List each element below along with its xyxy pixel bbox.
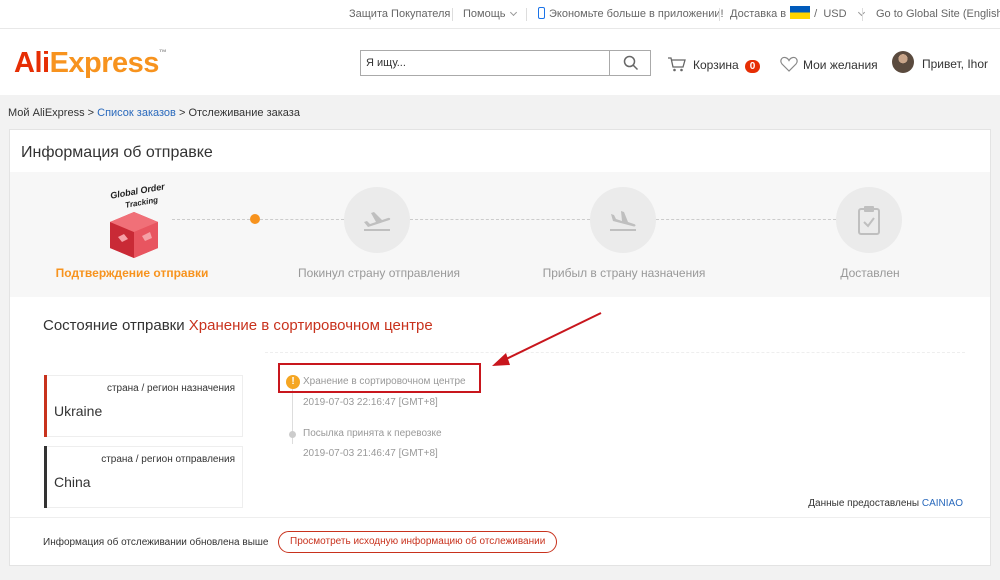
step-label-arrived: Прибыл в страну назначения — [542, 266, 706, 280]
search-button[interactable] — [611, 51, 651, 75]
origin-country-card: страна / регион отправления China — [44, 446, 243, 508]
timeline-event-time: 2019-07-03 21:46:47 [GMT+8] — [303, 448, 438, 459]
tracking-footer: Информация об отслеживании обновлена выш… — [10, 517, 990, 565]
breadcrumb-separator: > — [87, 107, 95, 119]
data-provider: Данные предоставлены CAINIAO — [808, 498, 963, 509]
search-input[interactable] — [361, 51, 610, 75]
divider — [862, 8, 863, 21]
status-label: Состояние отправки — [43, 317, 185, 334]
search-box — [360, 50, 651, 76]
ukraine-flag-icon — [790, 6, 811, 19]
annotation-highlight-box — [278, 363, 481, 393]
destination-country-card: страна / регион назначения Ukraine — [44, 375, 243, 437]
step-label-delivered: Доставлен — [840, 266, 900, 280]
app-promo-link[interactable]: Экономьте больше в приложении! — [538, 0, 724, 29]
ship-to-currency-menu[interactable]: Доставка в / USD — [730, 0, 865, 29]
logo-trademark: ™ — [158, 48, 167, 57]
currency-separator: / — [814, 8, 818, 20]
tracking-progress: Global Order Tracking Подтверждение отпр… — [10, 172, 990, 297]
shipment-status: Состояние отправки Хранение в сортировоч… — [43, 317, 433, 334]
cart-label: Корзина — [693, 58, 739, 72]
currency-label: USD — [823, 8, 847, 20]
breadcrumb: Мой AliExpress > Список заказов > Отслеж… — [8, 107, 300, 119]
progress-connector — [410, 219, 590, 220]
provider-link[interactable]: CAINIAO — [922, 498, 963, 509]
avatar[interactable] — [892, 51, 914, 73]
divider — [452, 8, 453, 21]
shipping-info-panel: Информация об отправке Global Order Trac… — [9, 129, 991, 566]
help-menu[interactable]: Помощь — [463, 0, 517, 29]
cart-icon — [668, 57, 686, 72]
logo-text-ali: Ali — [14, 47, 50, 79]
origin-country: China — [54, 474, 91, 490]
phone-icon — [538, 7, 545, 19]
progress-connector — [656, 219, 836, 220]
timeline-event-time: 2019-07-03 22:16:47 [GMT+8] — [303, 397, 438, 408]
provider-label: Данные предоставлены — [808, 498, 920, 509]
plane-departure-icon — [364, 212, 391, 231]
breadcrumb-orders-link[interactable]: Список заказов — [97, 107, 176, 119]
breadcrumb-root[interactable]: Мой AliExpress — [8, 107, 85, 119]
timeline-dot — [289, 431, 296, 438]
step-delivered — [836, 187, 902, 253]
aliexpress-logo[interactable]: AliExpress™ — [14, 47, 167, 79]
chevron-down-icon — [509, 8, 517, 17]
top-bar: Защита Покупателя Помощь Экономьте больш… — [0, 0, 1000, 29]
annotation-arrow-icon — [492, 312, 602, 366]
global-site-link[interactable]: Go to Global Site (English) — [876, 0, 1000, 29]
step-label-departed: Покинул страну отправления — [297, 266, 461, 280]
app-promo-label: Экономьте больше в приложении! — [549, 8, 724, 20]
destination-country: Ukraine — [54, 403, 103, 419]
timeline-event-text: Посылка принята к перевозке — [303, 428, 442, 439]
header: AliExpress™ Корзина 0 Мои желания Привет,… — [0, 29, 1000, 95]
search-icon — [623, 55, 639, 71]
view-original-tracking-button[interactable]: Просмотреть исходную информацию об отсле… — [278, 531, 558, 553]
status-value: Хранение в сортировочном центре — [188, 317, 433, 334]
logo-text-express: Express — [49, 47, 160, 79]
step-departed — [344, 187, 410, 253]
step-arrived — [590, 187, 656, 253]
origin-accent-bar — [44, 446, 47, 508]
breadcrumb-separator: > — [178, 107, 186, 119]
page-title: Информация об отправке — [21, 144, 213, 161]
progress-connector — [260, 219, 344, 220]
heart-icon — [780, 56, 798, 72]
step-label-confirmed: Подтверждение отправки — [55, 266, 209, 280]
buyer-protection-link[interactable]: Защита Покупателя — [349, 0, 450, 29]
progress-connector — [172, 219, 255, 220]
global-order-tracking-badge: Global Order Tracking — [110, 182, 166, 258]
divider — [526, 8, 527, 21]
destination-label: страна / регион назначения — [106, 383, 235, 394]
breadcrumb-current: Отслеживание заказа — [188, 107, 300, 119]
divider — [719, 8, 720, 21]
cart-link[interactable]: Корзина 0 — [667, 56, 761, 73]
divider — [265, 352, 965, 353]
greeting[interactable]: Привет, Ihor — [922, 56, 988, 72]
origin-label: страна / регион отправления — [101, 454, 235, 465]
clipboard-check-icon — [858, 206, 880, 235]
plane-arrival-icon — [610, 211, 636, 231]
help-label: Помощь — [463, 8, 506, 20]
cart-count-badge: 0 — [744, 60, 761, 73]
wishlist-link[interactable]: Мои желания — [780, 56, 878, 72]
ship-to-label: Доставка в — [730, 8, 787, 20]
wishlist-label: Мои желания — [803, 58, 878, 72]
update-note: Информация об отслеживании обновлена выш… — [43, 537, 269, 548]
progress-current-dot — [250, 214, 260, 224]
destination-accent-bar — [44, 375, 47, 437]
